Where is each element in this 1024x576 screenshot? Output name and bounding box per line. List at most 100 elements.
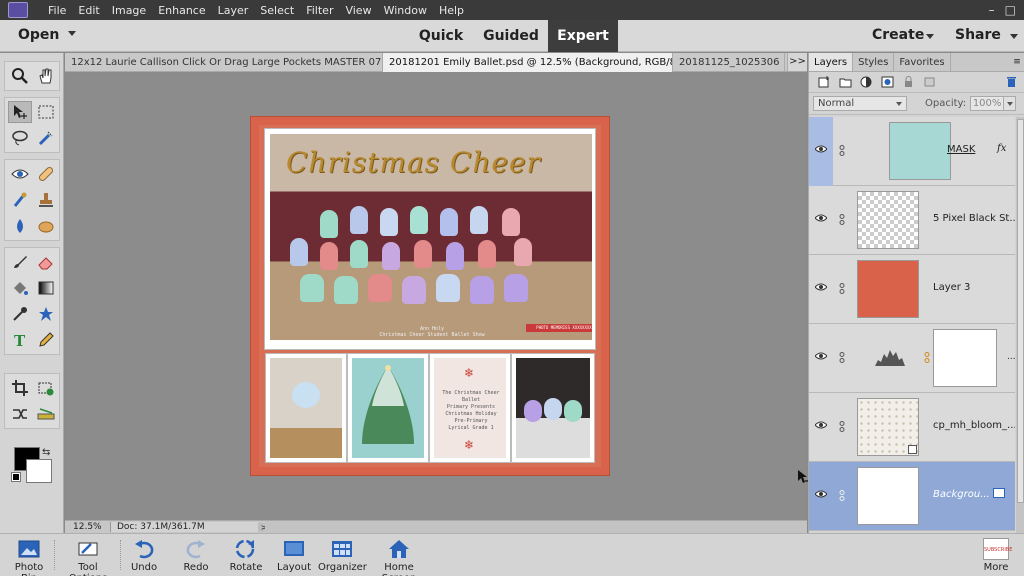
link-icon[interactable]	[839, 352, 845, 363]
mask-link-icon[interactable]	[923, 352, 931, 363]
share-button[interactable]: Share	[955, 27, 1001, 43]
menu-image[interactable]: Image	[106, 4, 152, 17]
undo-button[interactable]: Undo	[124, 538, 164, 573]
menu-edit[interactable]: Edit	[72, 4, 105, 17]
scrollbar-thumb[interactable]	[1017, 119, 1024, 503]
maximize-button[interactable]: □	[1005, 3, 1016, 17]
lasso-tool-icon[interactable]	[8, 127, 32, 149]
new-group-icon[interactable]	[838, 76, 852, 88]
link-icon[interactable]	[839, 283, 845, 294]
opacity-dropdown-icon[interactable]	[1004, 96, 1017, 111]
layer-mask-thumbnail[interactable]	[933, 329, 997, 387]
visibility-eye-icon[interactable]	[815, 421, 827, 429]
quick-selection-tool-icon[interactable]	[34, 127, 58, 149]
swap-colors-icon[interactable]: ⇆	[42, 447, 50, 458]
menu-filter[interactable]: Filter	[300, 4, 339, 17]
paint-bucket-tool-icon[interactable]	[8, 277, 32, 299]
blend-mode-select[interactable]: Normal	[813, 96, 907, 111]
eraser-tool-icon[interactable]	[34, 251, 58, 273]
menu-enhance[interactable]: Enhance	[152, 4, 211, 17]
zoom-tool-icon[interactable]	[8, 65, 32, 87]
canvas-area[interactable]: Christmas Cheer Ann Holy Christmas Cheer…	[65, 73, 813, 520]
visibility-eye-icon[interactable]	[815, 145, 827, 153]
create-dropdown-icon[interactable]	[926, 34, 934, 39]
marquee-tool-icon[interactable]	[34, 101, 58, 123]
menu-window[interactable]: Window	[378, 4, 433, 17]
open-button[interactable]: Open	[18, 27, 59, 43]
opacity-input[interactable]: 100%	[970, 96, 1005, 111]
tab-expert[interactable]: Expert	[548, 20, 618, 52]
move-tool-icon[interactable]	[8, 101, 32, 123]
zoom-level[interactable]: 12.5%	[65, 522, 110, 532]
menu-help[interactable]: Help	[433, 4, 470, 17]
custom-shape-tool-icon[interactable]	[34, 303, 58, 325]
spot-healing-tool-icon[interactable]	[34, 163, 58, 185]
new-layer-icon[interactable]	[817, 76, 831, 88]
layer-row[interactable]: Layer 3	[809, 255, 1015, 324]
layout-button[interactable]: Layout	[274, 538, 314, 573]
panel-menu-icon[interactable]: ≡	[1010, 53, 1024, 71]
tool-options-button[interactable]: Tool Options	[58, 538, 118, 576]
more-button[interactable]: SUBSCRIBE More	[978, 538, 1014, 573]
recompose-tool-icon[interactable]	[34, 377, 58, 399]
menu-file[interactable]: File	[42, 4, 72, 17]
blur-tool-icon[interactable]	[8, 215, 32, 237]
tab-quick[interactable]: Quick	[414, 20, 468, 52]
link-icon[interactable]	[839, 214, 845, 225]
minimize-button[interactable]: –	[989, 3, 995, 17]
red-eye-tool-icon[interactable]	[8, 163, 32, 185]
lock-all-icon[interactable]	[901, 76, 915, 88]
create-button[interactable]: Create	[872, 27, 924, 43]
visibility-eye-icon[interactable]	[815, 214, 827, 222]
share-dropdown-icon[interactable]	[1010, 34, 1018, 39]
more-tabs-button[interactable]: >>	[787, 53, 807, 71]
layer-row[interactable]: 5 Pixel Black St...	[809, 186, 1015, 255]
horizontal-scrollbar[interactable]	[265, 521, 807, 533]
background-color-swatch[interactable]	[26, 459, 52, 483]
visibility-eye-icon[interactable]	[815, 490, 827, 498]
lock-transparent-icon[interactable]	[922, 76, 936, 88]
photo-bin-button[interactable]: Photo Bin	[6, 538, 52, 576]
tab-favorites[interactable]: Favorites	[894, 53, 951, 71]
layer-lock-icon[interactable]	[993, 488, 1005, 498]
gradient-tool-icon[interactable]	[34, 277, 58, 299]
home-screen-button[interactable]: Home Screen	[366, 538, 432, 576]
content-aware-move-tool-icon[interactable]	[8, 403, 32, 425]
visibility-eye-icon[interactable]	[815, 283, 827, 291]
crop-tool-icon[interactable]	[8, 377, 32, 399]
layer-row[interactable]: cp_mh_bloom_...	[809, 393, 1015, 462]
layer-mask-icon[interactable]	[880, 76, 894, 88]
eyedropper-tool-icon[interactable]	[8, 303, 32, 325]
open-dropdown-icon[interactable]	[68, 31, 76, 36]
scrapbook-page[interactable]: Christmas Cheer Ann Holy Christmas Cheer…	[251, 117, 609, 475]
layer-row[interactable]: MASK fx	[809, 117, 1015, 186]
clone-stamp-tool-icon[interactable]	[34, 189, 58, 211]
doc-tab-master[interactable]: 12x12 Laurie Callison Click Or Drag Larg…	[65, 53, 383, 72]
tab-guided[interactable]: Guided	[480, 20, 542, 52]
redo-button[interactable]: Redo	[176, 538, 216, 573]
link-icon[interactable]	[839, 145, 845, 156]
smart-brush-tool-icon[interactable]	[8, 189, 32, 211]
default-colors-icon[interactable]	[11, 472, 21, 482]
layers-scrollbar[interactable]	[1016, 117, 1024, 533]
doc-tab-20181125[interactable]: 20181125_1025306	[673, 53, 785, 72]
adjustment-layer-icon[interactable]	[859, 76, 873, 88]
sponge-tool-icon[interactable]	[34, 215, 58, 237]
layer-style-fx-icon[interactable]: fx	[997, 143, 1006, 154]
brush-tool-icon[interactable]	[8, 251, 32, 273]
layer-row-selected[interactable]: Backgrou...	[809, 462, 1015, 531]
tab-styles[interactable]: Styles	[853, 53, 895, 71]
hand-tool-icon[interactable]	[34, 65, 58, 87]
menu-view[interactable]: View	[339, 4, 377, 17]
menu-select[interactable]: Select	[254, 4, 300, 17]
type-tool-icon[interactable]: T	[8, 329, 32, 351]
delete-layer-icon[interactable]	[1004, 76, 1018, 88]
menu-layer[interactable]: Layer	[212, 4, 255, 17]
rotate-button[interactable]: Rotate	[224, 538, 268, 573]
straighten-tool-icon[interactable]	[34, 403, 58, 425]
tab-layers[interactable]: Layers	[809, 53, 854, 71]
link-icon[interactable]	[839, 421, 845, 432]
link-icon[interactable]	[839, 490, 845, 501]
visibility-eye-icon[interactable]	[815, 352, 827, 360]
layer-row[interactable]: ...	[809, 324, 1016, 393]
